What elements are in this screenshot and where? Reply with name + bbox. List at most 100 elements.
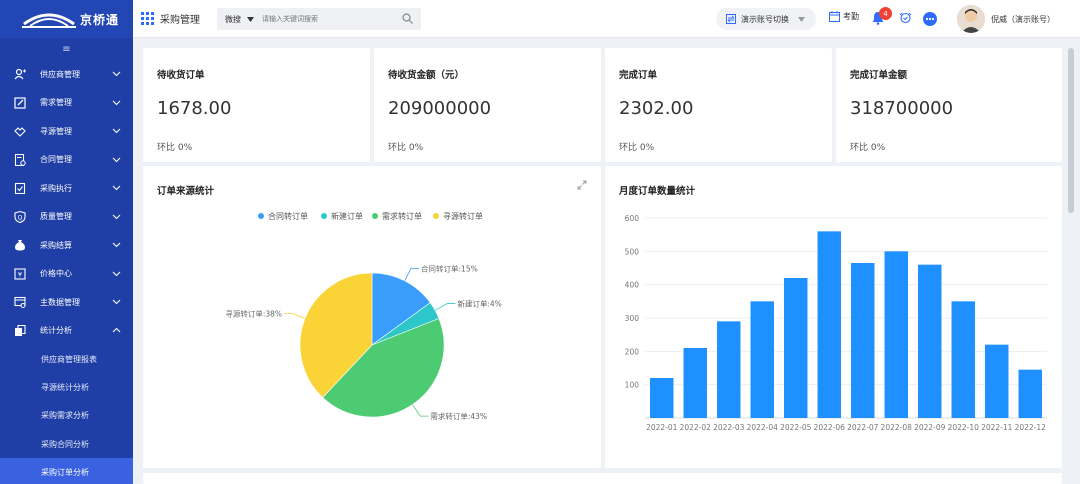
sidebar-item-label: 统计分析 [40,326,72,336]
sidebar-item-label: 价格中心 [40,269,72,279]
money-bag-icon [15,240,25,251]
sidebar-item-7[interactable]: 采购结算 [0,231,133,260]
sidebar-item-2[interactable]: 需求管理 [0,89,133,118]
stat-compare: 环比 0% [850,143,886,153]
sidebar-subitem-3[interactable]: 采购需求分析 [0,402,133,430]
legend-swatch [433,213,439,219]
stat-title: 待收货金额（元） [388,70,465,81]
account-switch-button[interactable]: 演示账号切换 [716,8,816,30]
price-tag-icon: ¥ [14,268,26,280]
x-tick-label: 2022-07 [847,423,879,432]
sidebar-item-label: 合同管理 [40,155,72,165]
legend-item[interactable]: 新建订单 [321,211,363,221]
x-tick-label: 2022-01 [646,423,678,432]
legend-label: 合同转订单 [268,211,308,221]
chevron-down-icon [112,242,121,248]
x-tick-label: 2022-09 [914,423,946,432]
search-icon[interactable] [402,13,413,24]
user-name[interactable]: 倪威（演示账号） [991,14,1055,25]
bar[interactable] [683,348,707,418]
database-icon [14,297,26,309]
handshake-icon [14,127,26,138]
bar[interactable] [750,301,774,418]
user-add-icon [14,69,26,80]
sidebar-item-10[interactable]: 统计分析 [0,317,133,346]
stat-title: 完成订单 [619,70,658,81]
sidebar: 京桥通 ≡ 供应商管理需求管理 寻源管理合同管理采购执行 Q 质量管理 采购结算 ¥ 价格中… [0,0,133,484]
stat-compare: 环比 0% [619,143,655,153]
svg-text:¥: ¥ [18,270,22,278]
sidebar-item-5[interactable]: 采购执行 [0,174,133,203]
sidebar-item-3[interactable]: 寻源管理 [0,117,133,146]
bar[interactable] [817,231,841,418]
y-tick-label: 400 [625,281,640,290]
award-icon[interactable] [899,12,912,25]
pie-slice-label: 需求转订单:43% [430,411,487,421]
chevron-down-icon [112,271,121,276]
sidebar-item-1[interactable]: 供应商管理 [0,60,133,89]
sidebar-item-9[interactable]: 主数据管理 [0,288,133,317]
sidebar-item-label: 采购执行 [40,183,72,193]
pie-slice-label: 寻源转订单:38% [225,308,282,318]
bar[interactable] [851,263,875,418]
stat-card-pending-orders: 待收货订单 1678.00 环比 0% [143,48,370,162]
pie-chart: 合同转订单 新建订单 需求转订单 寻源转订单合同转订单:15% 新建订单:4% 需求转订单… [225,211,501,421]
chevron-down-icon [112,157,121,162]
more-icon[interactable] [923,12,937,26]
stat-compare: 环比 0% [388,143,424,153]
brand-name: 京桥通 [80,12,120,27]
legend-item[interactable]: 需求转订单 [372,211,422,221]
x-tick-label: 2022-02 [680,423,712,432]
monthly-orders-chart-card: 月度订单数量统计 100 200 300 400 500 600 2022-01 2022-0… [605,166,1062,468]
sidebar-item-6[interactable]: Q 质量管理 [0,203,133,232]
edit-icon [14,97,26,109]
bar[interactable] [717,321,741,418]
y-tick-label: 100 [625,381,640,390]
legend-swatch [372,213,378,219]
stat-title: 完成订单金额 [850,70,908,81]
chevron-down-icon [112,100,121,105]
sidebar-item-4[interactable]: 合同管理 [0,146,133,175]
bridge-logo-icon [22,13,76,28]
stat-value: 1678.00 [157,98,232,119]
attendance-button[interactable]: 考勤 [829,11,859,22]
top-bar: 采购管理 微搜 演示账号切换 考勤 4 [133,0,1080,38]
x-tick-label: 2022-06 [814,423,846,432]
legend-item[interactable]: 合同转订单 [258,211,308,221]
bar[interactable] [784,278,808,418]
brand-logo[interactable]: 京桥通 [0,0,133,38]
bar[interactable] [951,301,975,418]
y-tick-label: 500 [625,247,640,256]
contract-icon [14,153,26,166]
sidebar-subitem-1[interactable]: 供应商管理报表 [0,345,133,373]
bar[interactable] [1018,369,1042,418]
sidebar-item-label: 质量管理 [40,212,72,222]
sidebar-item-8[interactable]: ¥ 价格中心 [0,260,133,289]
app-grid-icon[interactable] [141,12,154,25]
scrollbar-thumb[interactable] [1068,48,1074,213]
bar[interactable] [884,251,908,418]
bar[interactable] [650,378,674,418]
sidebar-subitem-4[interactable]: 采购合同分析 [0,430,133,458]
pie-slice-label: 新建订单:4% [457,299,501,309]
sidebar-subitem-5[interactable]: 采购订单分析 [0,458,133,484]
search-type-select[interactable]: 微搜 [217,14,262,25]
stat-value: 209000000 [388,98,492,119]
chevron-down-icon [798,16,805,22]
legend-item[interactable]: 寻源转订单 [433,211,483,221]
avatar[interactable] [957,5,985,33]
clipboard-check-icon [14,183,26,195]
bar[interactable] [918,264,942,418]
chevron-down-icon [247,16,254,22]
x-tick-label: 2022-12 [1015,423,1047,432]
y-tick-label: 300 [625,314,640,323]
search-input[interactable] [262,15,392,23]
bar[interactable] [985,344,1009,418]
sidebar-item-label: 供应商管理 [40,69,80,79]
sidebar-collapse-button[interactable]: ≡ [0,38,133,60]
x-tick-label: 2022-04 [747,423,779,432]
sidebar-subitem-2[interactable]: 寻源统计分析 [0,373,133,401]
notification-button[interactable]: 4 [871,7,892,25]
sidebar-menu: 供应商管理需求管理 寻源管理合同管理采购执行 Q 质量管理 采购结算 ¥ 价格中心主数据管理… [0,60,133,484]
chevron-up-icon [112,327,121,332]
